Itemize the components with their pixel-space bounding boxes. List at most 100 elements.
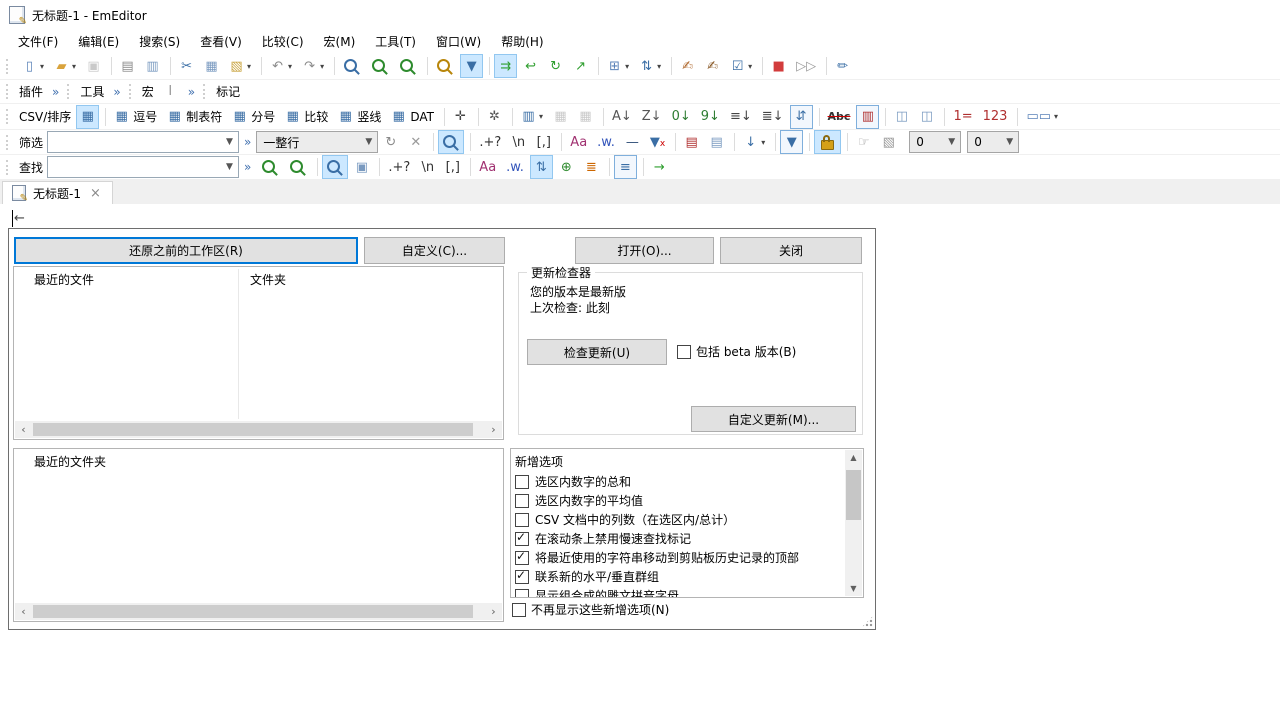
menu-item[interactable]: 宏(M) [314, 30, 366, 53]
open-file-icon[interactable]: ▰ [50, 54, 80, 78]
filter-combobox[interactable]: ▼ [47, 131, 239, 153]
export-icon[interactable]: ▧ [877, 130, 900, 154]
pin-icon[interactable]: ✏ [831, 54, 854, 78]
wrap-right-icon[interactable]: ⇉ [494, 54, 517, 78]
csv-semicolon-icon[interactable]: ▦分号 [228, 105, 279, 129]
find-all-docs-icon[interactable]: ⊕ [555, 155, 578, 179]
copy-icon[interactable]: ▦ [200, 54, 223, 78]
redo-icon[interactable]: ↷ [298, 54, 328, 78]
paste-icon[interactable]: ▧ [225, 54, 255, 78]
wrap-return-icon[interactable]: ↩ [519, 54, 542, 78]
csv-dat-icon[interactable]: ▦DAT [387, 105, 438, 129]
regex-icon[interactable]: .+? [475, 130, 505, 154]
find-input[interactable] [48, 159, 221, 175]
sort-options-icon[interactable]: ⇵ [790, 105, 813, 129]
heading-style-icon[interactable]: ▭▭ [1022, 105, 1062, 129]
menu-item[interactable]: 文件(F) [8, 30, 68, 53]
checkbox-icon[interactable] [515, 589, 529, 598]
checkbox-icon[interactable] [515, 532, 529, 546]
find-prev-icon[interactable] [257, 155, 283, 179]
dont-show-again-checkbox[interactable]: 不再显示这些新增选项(N) [512, 601, 669, 618]
escape-seq-icon[interactable]: \n [416, 155, 439, 179]
bookmark-lines-icon[interactable]: ▤ [680, 130, 703, 154]
csv-compare-icon[interactable]: ▦比较 [281, 105, 332, 129]
macro-mini-icon[interactable]: I [159, 80, 182, 104]
batch-find-icon[interactable]: ≣ [580, 155, 603, 179]
csv-tab-icon[interactable]: ▦制表符 [163, 105, 226, 129]
checkbox-icon[interactable] [677, 345, 691, 359]
cut-icon[interactable]: ✂ [175, 54, 198, 78]
refresh-filter-icon[interactable]: ↻ [379, 130, 402, 154]
histogram-icon[interactable]: ▥ [856, 105, 879, 129]
menu-item[interactable]: 比较(C) [252, 30, 314, 53]
new-option-row[interactable]: 选区内数字的总和 [515, 472, 841, 491]
checkbox-icon[interactable] [515, 551, 529, 565]
next-doc-icon[interactable]: → [648, 155, 671, 179]
sort-num-asc-icon[interactable]: 0↓ [668, 105, 695, 129]
escape-seq-icon[interactable]: \n [507, 130, 530, 154]
unpivot-icon[interactable]: ◫ [915, 105, 938, 129]
extract-lines-icon[interactable]: ▤ [705, 130, 728, 154]
insert-column-icon[interactable]: ▦ [549, 105, 572, 129]
new-option-row[interactable]: CSV 文档中的列数（在选区内/总计） [515, 510, 841, 529]
horizontal-scrollbar[interactable]: ‹ › [15, 421, 502, 438]
check-updates-button[interactable]: 检查更新(U) [527, 339, 667, 365]
recent-folders-list[interactable]: 最近的文件夹 ‹ › [13, 448, 504, 622]
sort-za-icon[interactable]: Z↓ [638, 105, 666, 129]
close-button[interactable]: 关闭 [720, 237, 862, 264]
outline-icon[interactable]: ⊞ [603, 54, 633, 78]
tab-close-icon[interactable]: × [88, 186, 103, 201]
clear-filter-funnel-icon[interactable]: ▼ [646, 130, 669, 154]
scrollbar-thumb[interactable] [33, 605, 473, 618]
toolbar-grip[interactable] [6, 59, 12, 74]
scroll-left-icon[interactable]: ‹ [15, 603, 32, 620]
print-icon[interactable]: ▤ [116, 54, 139, 78]
menu-item[interactable]: 查看(V) [190, 30, 252, 53]
move-column-icon[interactable]: ✛ [449, 105, 472, 129]
filter-input[interactable] [48, 134, 221, 150]
filter-count-select-2[interactable]: 0 ▼ [967, 131, 1019, 153]
regex-icon[interactable]: .+? [384, 155, 414, 179]
autofill-icon[interactable]: ☞ [852, 130, 875, 154]
first-row-headings-icon[interactable]: 1= [949, 105, 976, 129]
find-combobox[interactable]: ▼ [47, 156, 239, 178]
recent-files-list[interactable]: 最近的文件 文件夹 ‹ › [13, 266, 504, 440]
new-option-row[interactable]: 显示组合成的雕文拼音字母 [515, 586, 841, 597]
include-beta-checkbox[interactable]: 包括 beta 版本(B) [677, 343, 796, 360]
sort-len-asc-icon[interactable]: ≡↓ [726, 105, 756, 129]
select-column-icon[interactable]: ▥ [517, 105, 547, 129]
toolbar-grip[interactable] [6, 135, 12, 150]
number-range-icon[interactable]: [,] [532, 130, 555, 154]
sort-len-desc-icon[interactable]: ≣↓ [758, 105, 788, 129]
customize-button[interactable]: 自定义(C)... [364, 237, 505, 264]
menu-item[interactable]: 编辑(E) [68, 30, 129, 53]
filter-scope-select[interactable]: 一整行 ▼ [256, 131, 378, 153]
search-updown-icon[interactable]: ⇅ [530, 155, 553, 179]
macros-overflow-button[interactable]: » [183, 85, 200, 99]
csv-pipe-icon[interactable]: ▦竖线 [334, 105, 385, 129]
toolbar-grip[interactable] [67, 84, 73, 99]
undo-icon[interactable]: ↶ [266, 54, 296, 78]
find-in-files-icon[interactable] [432, 54, 458, 78]
csv-comma-icon[interactable]: ▦逗号 [110, 105, 161, 129]
vertical-scrollbar[interactable]: ▲ ▼ [845, 450, 862, 596]
menu-item[interactable]: 窗口(W) [426, 30, 491, 53]
menu-item[interactable]: 工具(T) [365, 30, 426, 53]
scroll-right-icon[interactable]: › [485, 421, 502, 438]
join-csv-icon[interactable]: ◫ [890, 105, 913, 129]
filter-count-select-1[interactable]: 0 ▼ [909, 131, 961, 153]
macro-list-icon[interactable]: ☑ [726, 54, 756, 78]
new-option-row[interactable]: 联系新的水平/垂直群组 [515, 567, 841, 586]
tools-overflow-button[interactable]: » [108, 85, 125, 99]
toolbar-grip[interactable] [6, 84, 12, 99]
run-to-cursor-icon[interactable]: ▷▷ [792, 54, 820, 78]
toolbar-grip[interactable] [129, 84, 135, 99]
toolbar-grip[interactable] [6, 109, 12, 124]
filter-magnifier-icon[interactable] [438, 130, 464, 154]
checkbox-icon[interactable] [515, 494, 529, 508]
chevron-down-icon[interactable]: ▼ [221, 137, 238, 147]
next-column-icon[interactable]: ↓ [739, 130, 769, 154]
find-popup-icon[interactable] [322, 155, 348, 179]
number-range-icon[interactable]: [,] [441, 155, 464, 179]
stop-icon[interactable]: ■ [767, 54, 790, 78]
